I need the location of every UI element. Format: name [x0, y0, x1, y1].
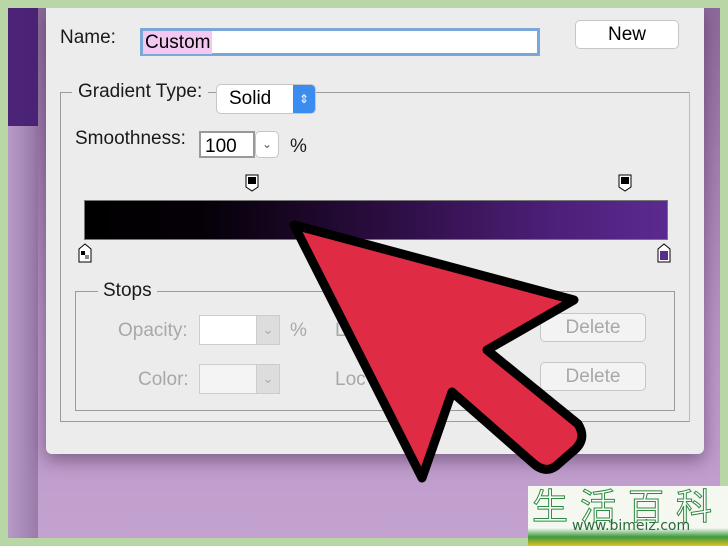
watermark-url: www.bimeiz.com — [572, 518, 691, 534]
red-arrow-pointer — [289, 220, 587, 483]
watermark: 生活百科 www.bimeiz.com — [528, 486, 728, 546]
